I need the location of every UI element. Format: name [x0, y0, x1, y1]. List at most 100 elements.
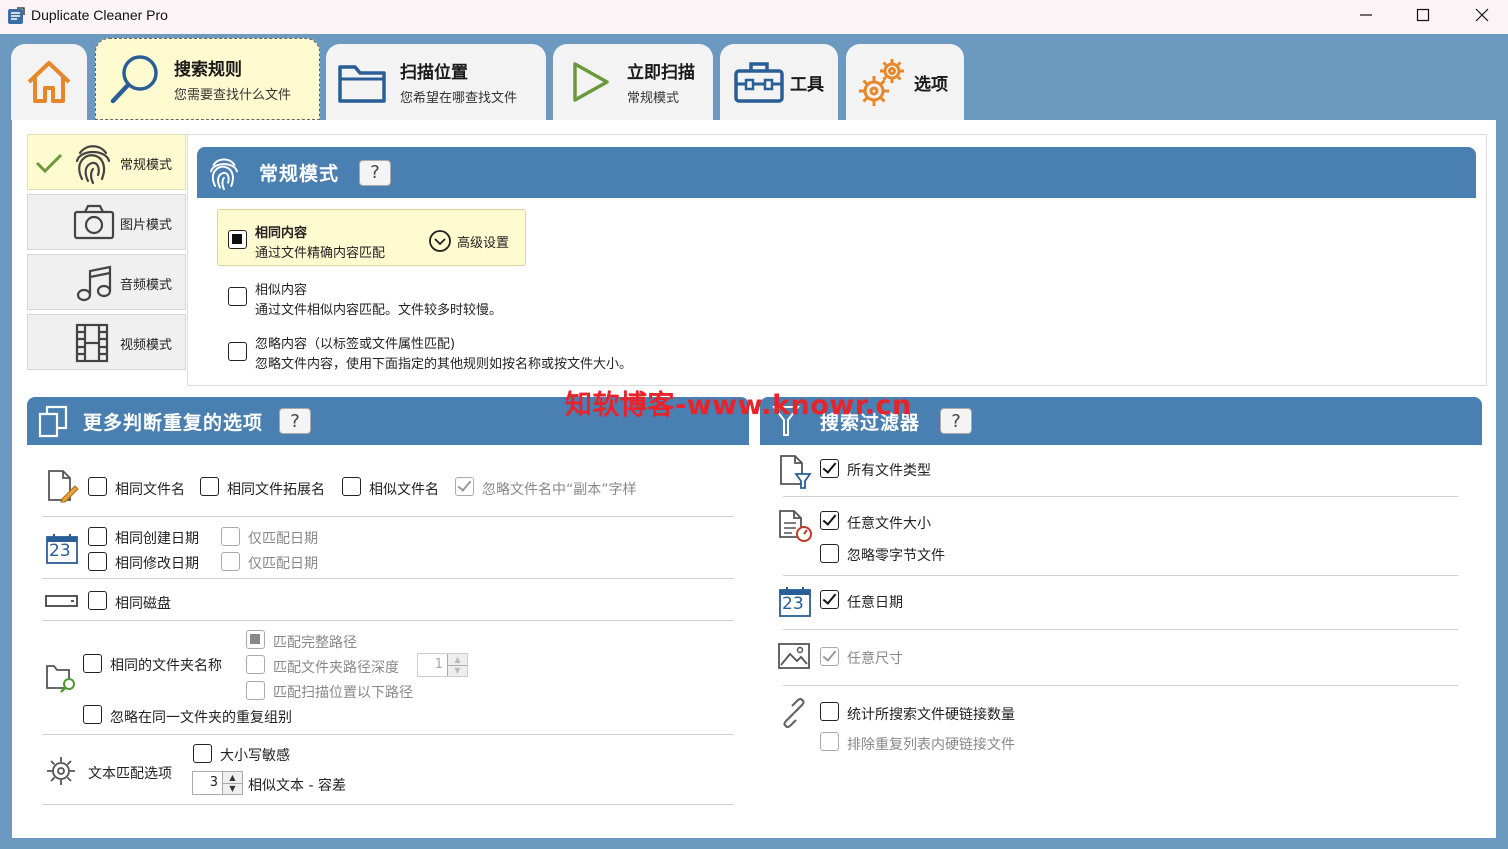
tab-subtitle: 您希望在哪查找文件 [400, 91, 518, 106]
tolerance-stepper[interactable]: 3 ▲ ▼ [192, 771, 243, 795]
option-title: 相似内容 [255, 283, 308, 298]
tab-scan-location[interactable]: 扫描位置 您希望在哪查找文件 [326, 44, 546, 120]
same-filename-checkbox[interactable] [88, 477, 107, 496]
help-button[interactable]: ? [359, 159, 392, 186]
checkbox-label: 统计所搜索文件硬链接数量 [847, 707, 1015, 723]
tab-title: 立即扫描 [627, 63, 695, 83]
modified-date-only-checkbox[interactable] [221, 552, 240, 571]
toolbox-icon [734, 62, 784, 103]
calendar-day: 23 [49, 541, 71, 561]
tab-scan-now[interactable]: 立即扫描 常规模式 [553, 44, 713, 120]
checkbox-label: 相同磁盘 [115, 596, 171, 612]
same-created-date-checkbox[interactable] [88, 527, 107, 546]
match-full-path-option[interactable] [246, 630, 265, 649]
tab-subtitle: 您需要查找什么文件 [174, 88, 292, 103]
mode-image[interactable]: 图片模式 [27, 194, 186, 250]
home-icon [27, 61, 71, 103]
option-desc: 忽略文件内容，使用下面指定的其他规则如按名称或按文件大小。 [255, 357, 633, 372]
text-match-label: 文本匹配选项 [88, 766, 172, 782]
match-below-scan-option[interactable] [246, 681, 265, 700]
play-icon [573, 62, 609, 102]
mode-label: 视频模式 [120, 338, 173, 353]
same-modified-date-checkbox[interactable] [88, 552, 107, 571]
option-title: 忽略内容（以标签或文件属性匹配) [255, 337, 456, 352]
same-content-checkbox[interactable] [228, 230, 247, 249]
gear-icon [47, 757, 75, 785]
title-bar: Duplicate Cleaner Pro [0, 0, 1508, 34]
checkbox-label: 忽略在同一文件夹的重复组别 [110, 710, 292, 726]
all-file-types-checkbox[interactable] [820, 459, 839, 478]
help-button[interactable]: ? [940, 408, 973, 434]
exclude-hardlinks-checkbox[interactable] [820, 732, 839, 751]
mode-label: 音频模式 [120, 278, 173, 293]
close-icon [1475, 8, 1489, 22]
same-extension-checkbox[interactable] [200, 477, 219, 496]
any-dimension-checkbox[interactable] [820, 647, 839, 666]
checkbox-label: 相同修改日期 [115, 556, 199, 572]
checkbox-label: 匹配文件夹路径深度 [273, 660, 399, 676]
mode-label: 常规模式 [120, 158, 173, 173]
any-date-checkbox[interactable] [820, 590, 839, 609]
music-icon [76, 265, 112, 302]
camera-icon [73, 204, 115, 240]
ignore-same-folder-checkbox[interactable] [83, 705, 102, 724]
folder-search-icon [46, 665, 75, 693]
option-desc: 通过文件相似内容匹配。文件较多时较慢。 [255, 303, 503, 318]
window-title: Duplicate Cleaner Pro [31, 7, 168, 23]
checkbox-label: 仅匹配日期 [248, 531, 318, 547]
stepper-up-icon[interactable]: ▲ [223, 772, 242, 784]
stepper-value: 3 [209, 775, 218, 790]
maximize-button[interactable] [1400, 0, 1446, 30]
checkbox-label: 排除重复列表内硬链接文件 [847, 737, 1015, 753]
chevron-down-circle-icon[interactable] [428, 229, 452, 253]
mode-audio[interactable]: 音频模式 [27, 254, 186, 310]
checkbox-label: 相同文件名 [115, 482, 185, 498]
checkbox-label: 忽略文件名中“副本”字样 [482, 482, 637, 498]
similar-filename-checkbox[interactable] [342, 477, 361, 496]
calendar-day: 23 [782, 594, 804, 614]
stepper-down-icon[interactable]: ▼ [223, 783, 242, 794]
app-logo-icon [8, 7, 25, 24]
checkbox-label: 大小写敏感 [220, 748, 290, 764]
tab-tools[interactable]: 工具 [720, 44, 838, 120]
match-path-depth-option[interactable] [246, 655, 265, 674]
advanced-settings-link[interactable]: 高级设置 [457, 232, 509, 251]
option-desc: 通过文件精确内容匹配 [255, 246, 386, 261]
divider [42, 578, 734, 579]
ignore-content-checkbox[interactable] [228, 342, 247, 361]
stepper-down-icon[interactable]: ▼ [448, 665, 467, 676]
film-icon [75, 323, 109, 363]
tab-subtitle: 常规模式 [627, 91, 680, 106]
created-date-only-checkbox[interactable] [221, 527, 240, 546]
minimize-button[interactable] [1343, 0, 1389, 30]
same-disk-checkbox[interactable] [88, 591, 107, 610]
checkbox-label: 任意尺寸 [847, 651, 903, 667]
link-icon [783, 698, 805, 728]
tab-options[interactable]: 选项 [846, 44, 964, 120]
divider [42, 516, 734, 517]
checkbox-label: 相同文件拓展名 [227, 482, 325, 498]
path-depth-stepper[interactable]: 1 ▲ ▼ [417, 653, 468, 677]
mode-video[interactable]: 视频模式 [27, 314, 186, 370]
checkmark-icon [35, 153, 63, 174]
help-button[interactable]: ? [279, 408, 312, 434]
tab-home[interactable] [11, 44, 87, 120]
section-title: 常规模式 [259, 163, 340, 185]
stepper-up-icon[interactable]: ▲ [448, 654, 467, 666]
any-file-size-checkbox[interactable] [820, 511, 839, 530]
normal-mode-header: 常规模式 ? [197, 147, 1476, 198]
tab-search-rules[interactable]: 搜索规则 您需要查找什么文件 [95, 38, 320, 120]
mode-normal[interactable]: 常规模式 [27, 134, 186, 190]
case-sensitive-checkbox[interactable] [193, 744, 212, 763]
count-hardlinks-checkbox[interactable] [820, 702, 839, 721]
ignore-copy-checkbox[interactable] [455, 477, 474, 496]
search-icon [110, 55, 158, 104]
similar-content-checkbox[interactable] [228, 287, 247, 306]
divider [783, 685, 1458, 686]
same-folder-name-checkbox[interactable] [83, 654, 102, 673]
ignore-zero-byte-checkbox[interactable] [820, 544, 839, 563]
divider [42, 804, 734, 805]
image-icon [778, 643, 810, 669]
checkbox-label: 相似文本 - 容差 [248, 778, 346, 794]
close-button[interactable] [1459, 0, 1505, 30]
